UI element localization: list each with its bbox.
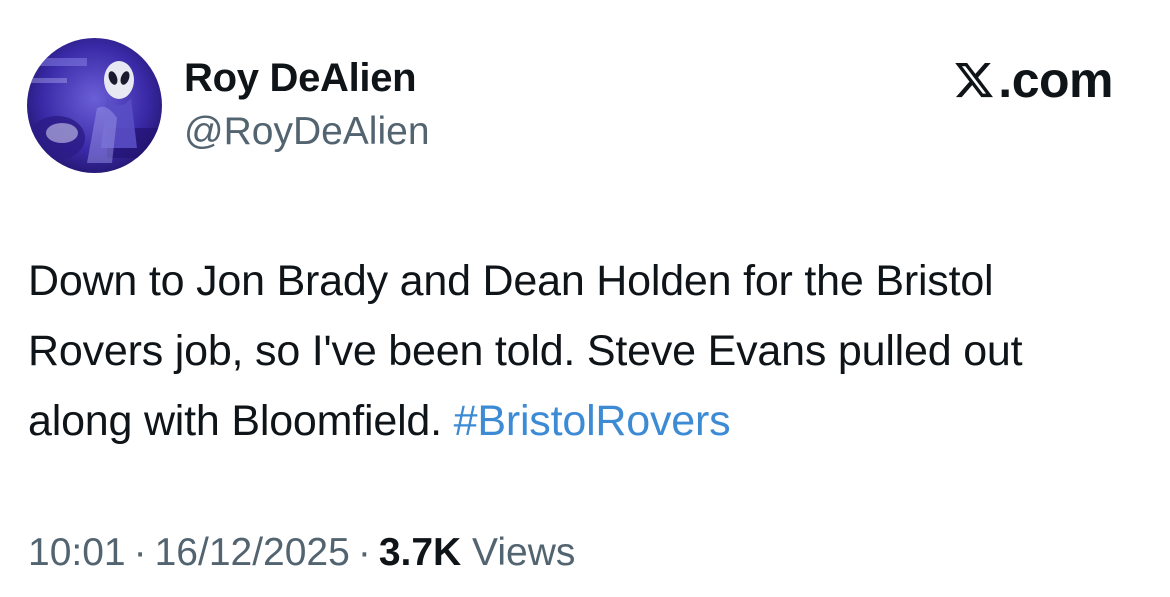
tweet-card: Roy DeAlien @RoyDeAlien .com Down to Jon… bbox=[0, 0, 1170, 597]
author-handle[interactable]: @RoyDeAlien bbox=[184, 107, 430, 157]
x-logo-icon bbox=[955, 62, 994, 98]
alien-avatar-icon bbox=[27, 38, 162, 173]
author-display-name[interactable]: Roy DeAlien bbox=[184, 52, 417, 104]
hashtag-link[interactable]: #BristolRovers bbox=[454, 397, 731, 445]
meta-separator: · bbox=[357, 531, 371, 574]
tweet-meta: 10:01 · 16/12/2025 · 3.7K Views bbox=[28, 528, 575, 578]
tweet-date[interactable]: 16/12/2025 bbox=[155, 531, 350, 574]
views-count[interactable]: 3.7K bbox=[379, 531, 461, 574]
brand-domain-text: .com bbox=[998, 52, 1113, 108]
x-com-brand[interactable]: .com bbox=[953, 52, 1113, 108]
avatar[interactable] bbox=[27, 38, 162, 173]
tweet-time[interactable]: 10:01 bbox=[28, 531, 126, 574]
views-label: Views bbox=[472, 531, 576, 574]
tweet-text: Down to Jon Brady and Dean Holden for th… bbox=[28, 246, 1138, 456]
meta-separator: · bbox=[133, 531, 147, 574]
